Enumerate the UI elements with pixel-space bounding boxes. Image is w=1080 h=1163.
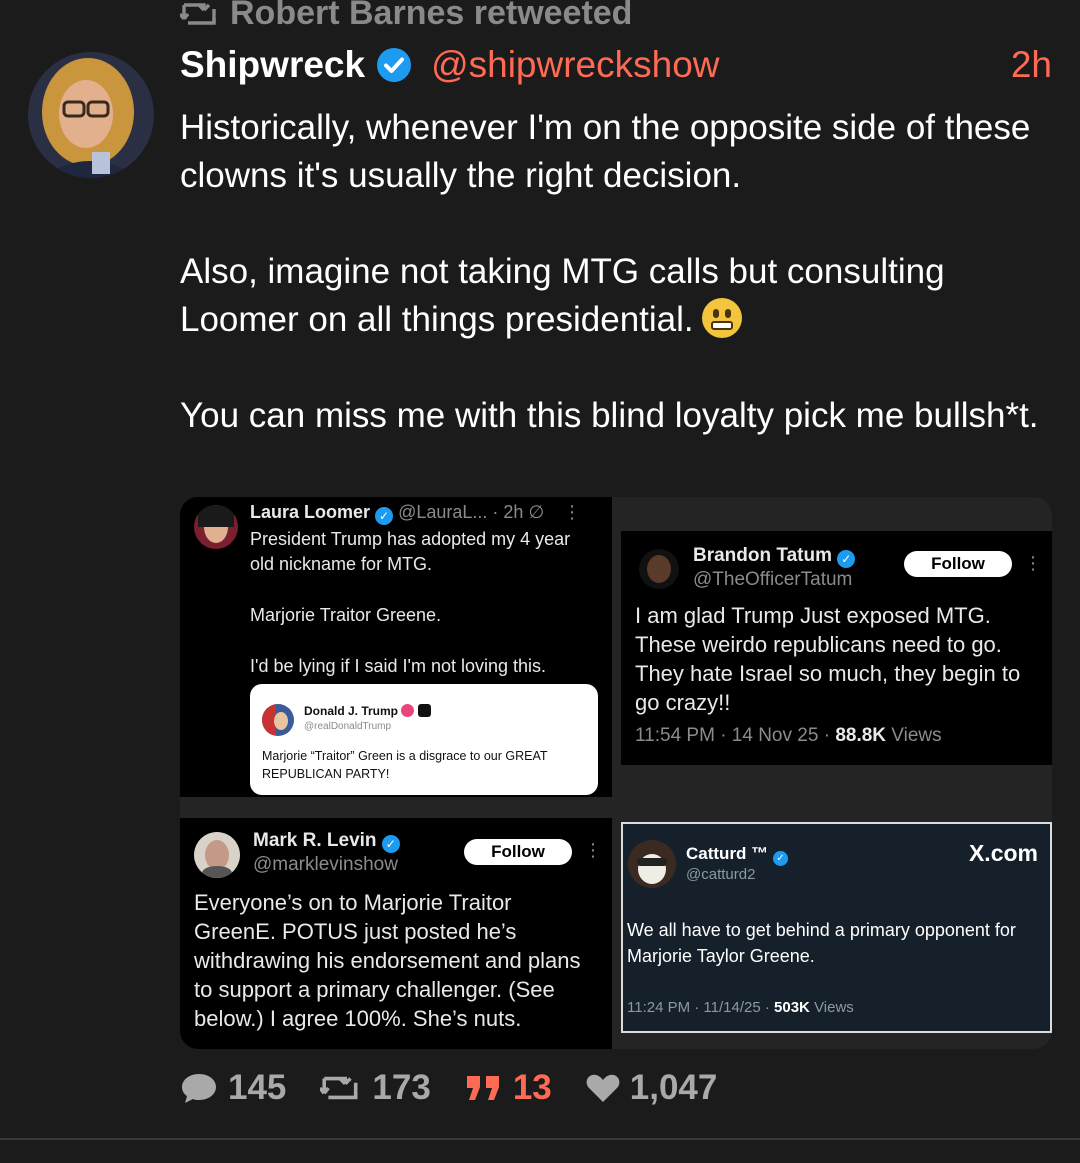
- engagement-stats: 145 173 13 1,047: [180, 1068, 751, 1108]
- card-author-name: Catturd ™: [686, 844, 769, 863]
- card-text: Everyone’s on to Marjorie Traitor GreenE…: [194, 890, 581, 1031]
- more-options-icon[interactable]: ⋮: [1024, 553, 1042, 574]
- screenshot-mark-levin[interactable]: Mark R. Levin ✓ @marklevinshow Follow ⋮ …: [180, 818, 612, 1049]
- media-collage[interactable]: Laura Loomer ✓ @LauraL... · 2h ∅ ⋮ Presi…: [180, 497, 1052, 1049]
- views-label: Views: [891, 725, 942, 746]
- card-author-handle: @TheOfficerTatum: [693, 569, 853, 590]
- card-text: We all have to get behind a primary oppo…: [627, 920, 1016, 966]
- card-author-name: Brandon Tatum: [693, 545, 832, 566]
- avatar: [639, 549, 679, 589]
- heart-icon: [586, 1074, 620, 1102]
- card-text-line: President Trump has adopted my 4 year ol…: [250, 529, 571, 574]
- screenshot-laura-loomer[interactable]: Laura Loomer ✓ @LauraL... · 2h ∅ ⋮ Presi…: [180, 497, 612, 797]
- tweet-paragraph: Also, imagine not taking MTG calls but c…: [180, 252, 945, 339]
- card-author-handle: @catturd2: [686, 866, 756, 883]
- government-badge-icon: [417, 704, 431, 717]
- tweet-timestamp[interactable]: 2h: [1011, 44, 1052, 86]
- follow-button[interactable]: Follow: [904, 551, 1012, 577]
- retweet-button[interactable]: 173: [320, 1068, 431, 1108]
- avatar-image: [28, 52, 154, 178]
- follow-button[interactable]: Follow: [464, 839, 572, 865]
- avatar[interactable]: [28, 52, 154, 178]
- views-label: Views: [814, 999, 854, 1016]
- quoted-author-handle: @realDonaldTrump: [304, 721, 392, 732]
- retweet-count: 173: [372, 1068, 431, 1107]
- quote-count: 13: [512, 1068, 552, 1107]
- tweet-header: Shipwreck @shipwreckshow: [180, 44, 720, 86]
- card-author-handle: @marklevinshow: [253, 854, 398, 875]
- more-options-icon: ⋮: [563, 502, 582, 522]
- author-display-name[interactable]: Shipwreck: [180, 44, 365, 86]
- verified-badge-icon: [377, 48, 412, 82]
- avatar: [628, 840, 676, 888]
- card-meta: 11:24 PM · 11/14/25 ·: [627, 999, 770, 1016]
- card-text-line: Marjorie Traitor Greene.: [250, 605, 442, 625]
- quote-button[interactable]: 13: [465, 1068, 552, 1108]
- quote-marks-icon: [466, 1076, 499, 1100]
- reply-button[interactable]: 145: [180, 1068, 286, 1108]
- screenshot-catturd[interactable]: Catturd ™ ✓ @catturd2 X.com We all have …: [621, 822, 1052, 1033]
- avatar: [194, 832, 240, 878]
- quoted-post[interactable]: Donald J. Trump @realDonaldTrump Marjori…: [250, 684, 598, 795]
- author-handle[interactable]: @shipwreckshow: [431, 44, 719, 86]
- retweet-icon: [180, 2, 216, 25]
- views-count: 503K: [774, 999, 810, 1016]
- verified-badge-icon: ✓: [375, 507, 394, 525]
- avatar: [194, 505, 238, 549]
- like-button[interactable]: 1,047: [586, 1068, 718, 1108]
- views-count: 88.8K: [835, 725, 887, 746]
- tweet-paragraph: Historically, whenever I'm on the opposi…: [180, 108, 1031, 195]
- card-text-line: I'd be lying if I said I'm not loving th…: [250, 656, 547, 676]
- reply-bubble-icon: [182, 1074, 216, 1103]
- verified-badge-icon: ✓: [837, 550, 856, 568]
- card-author-name: Mark R. Levin: [253, 830, 377, 851]
- quoted-author-name: Donald J. Trump: [304, 704, 399, 718]
- quoted-text: Marjorie “Traitor” Green is a disgrace t…: [262, 749, 548, 781]
- grimacing-face-emoji-icon: [701, 298, 742, 338]
- more-options-icon[interactable]: ⋮: [584, 840, 602, 861]
- card-author-handle: @LauraL...: [398, 502, 488, 522]
- verified-badge-icon: ✓: [381, 835, 400, 853]
- retweeted-by-text: Robert Barnes retweeted: [230, 0, 633, 32]
- screenshot-brandon-tatum[interactable]: Brandon Tatum ✓ @TheOfficerTatum Follow …: [621, 531, 1052, 765]
- verified-badge-icon: ✓: [772, 851, 788, 866]
- verified-badge-icon: [401, 704, 415, 717]
- card-time: · 2h: [492, 502, 524, 522]
- grok-icon: ∅: [528, 502, 545, 522]
- reply-count: 145: [228, 1068, 287, 1107]
- card-meta: 11:54 PM · 14 Nov 25 ·: [635, 725, 831, 746]
- tweet-body: Historically, whenever I'm on the opposi…: [180, 104, 1040, 440]
- tweet-paragraph: You can miss me with this blind loyalty …: [180, 396, 1039, 435]
- like-count: 1,047: [629, 1068, 718, 1107]
- card-author-name: Laura Loomer: [250, 502, 371, 522]
- divider: [0, 1138, 1080, 1140]
- retweet-icon: [320, 1076, 358, 1100]
- x-com-logo: X.com: [968, 840, 1038, 866]
- card-text: I am glad Trump Just exposed MTG. These …: [635, 603, 1021, 715]
- avatar: [262, 704, 294, 736]
- retweeted-by-label: Robert Barnes retweeted: [180, 0, 632, 33]
